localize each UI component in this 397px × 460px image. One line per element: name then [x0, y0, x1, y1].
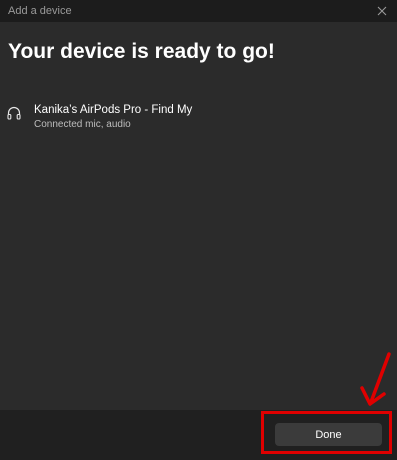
device-status: Connected mic, audio — [34, 119, 131, 130]
dialog-footer: Done — [0, 410, 397, 460]
close-icon — [377, 6, 387, 16]
page-title: Your device is ready to go! — [8, 40, 275, 63]
done-button[interactable]: Done — [275, 423, 382, 446]
headphones-icon — [7, 106, 21, 120]
close-button[interactable] — [373, 2, 391, 20]
window-title: Add a device — [8, 5, 72, 17]
device-name: Kanika’s AirPods Pro - Find My — [34, 104, 193, 116]
title-bar: Add a device — [0, 0, 397, 22]
dialog-content: Your device is ready to go! Kanika’s Air… — [0, 22, 397, 410]
device-list-item: Kanika’s AirPods Pro - Find My Connected… — [6, 104, 386, 134]
